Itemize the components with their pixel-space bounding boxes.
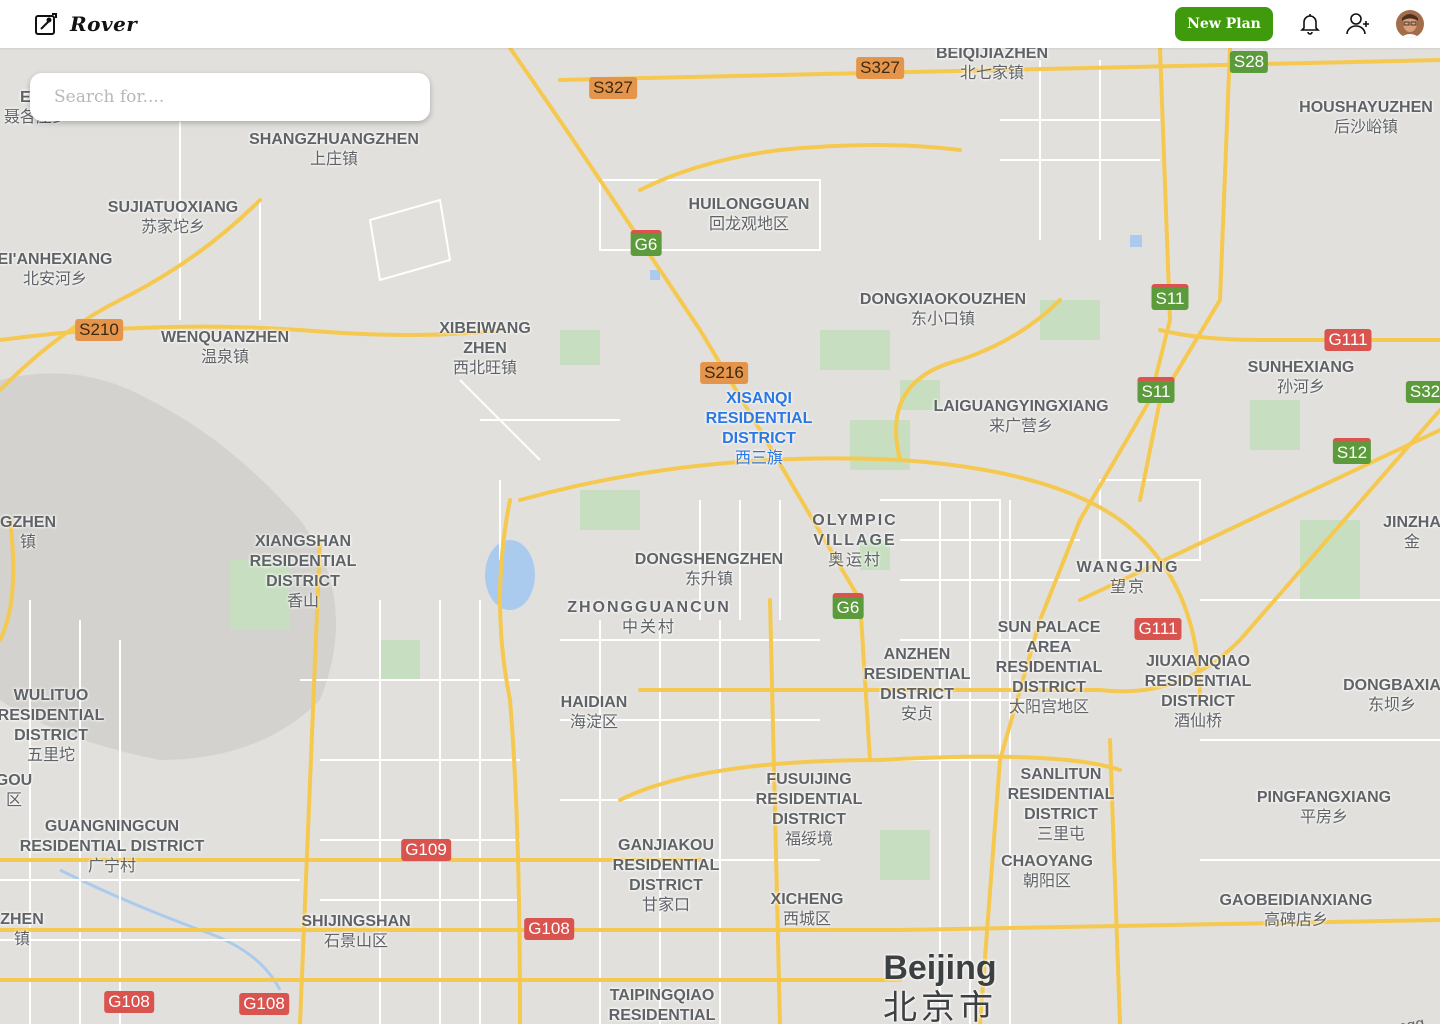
place-label-sujiatuoxiang: SUJIATUOXIANG 苏家坨乡	[107, 199, 239, 236]
place-label-xiangshan: XIANGSHAN RESIDENTIAL DISTRICT 香山	[249, 533, 357, 610]
place-label-jiuxianqiao: JIUXIANQIAO RESIDENTIAL DISTRICT 酒仙桥	[1144, 653, 1252, 730]
highway-shield: G6	[832, 593, 864, 619]
place-label-beiqijiazhen: BEIQIJIAZHEN 北七家镇	[935, 48, 1049, 82]
place-label-fusuijing: FUSUIJING RESIDENTIAL DISTRICT 福绥境	[755, 771, 863, 848]
place-label-huilongguan: HUILONGGUAN 回龙观地区	[688, 196, 810, 233]
place-label-laiguangying: LAIGUANGYINGXIANG 来广营乡	[933, 398, 1109, 435]
highway-shield: S216	[700, 362, 748, 384]
highway-shield: G108	[104, 991, 154, 1013]
user-avatar[interactable]	[1396, 10, 1424, 38]
place-label-pingfangxiang: PINGFANGXIANG 平房乡	[1256, 789, 1392, 826]
place-label-zhongguancun: ZHONGGUANCUN 中关村	[567, 599, 731, 636]
place-label-chaoyang: CHAOYANG 朝阳区	[1001, 853, 1093, 890]
highway-shield: G6	[630, 230, 662, 256]
highway-shield: G108	[239, 993, 289, 1015]
place-label-guangningcun: GUANGNINGCUN RESIDENTIAL DISTRICT 广宁村	[19, 818, 205, 875]
search-box	[30, 73, 438, 121]
place-label-ganjiakou: GANJIAKOU RESIDENTIAL DISTRICT 甘家口	[612, 837, 720, 914]
search-input[interactable]	[30, 73, 438, 121]
highway-shield: S11	[1137, 377, 1175, 403]
place-label-beianhexiang: EI'ANHEXIANG 北安河乡	[0, 251, 113, 288]
place-label-houshayuzhen: HOUSHAYUZHEN 后沙峪镇	[1299, 99, 1433, 136]
place-label-wangjing: WANGJING 望京	[1076, 559, 1180, 596]
place-label-dongxiaokouzhen: DONGXIAOKOUZHEN 东小口镇	[859, 291, 1027, 328]
highway-shield: S32	[1405, 381, 1440, 403]
highway-shield: S210	[75, 319, 123, 341]
bell-icon[interactable]	[1297, 11, 1323, 37]
add-user-icon[interactable]	[1345, 11, 1371, 37]
place-label-olympic-village: OLYMPIC VILLAGE 奥运村	[812, 512, 898, 569]
place-label-xibeiwangzhen: XIBEIWANG ZHEN 西北旺镇	[439, 320, 531, 377]
place-label-shijingshan: SHIJINGSHAN 石景山区	[301, 913, 411, 950]
app-name: Rover	[70, 12, 138, 36]
place-label-anzhen: ANZHEN RESIDENTIAL DISTRICT 安贞	[863, 646, 971, 723]
highway-shield: S28	[1229, 51, 1269, 73]
place-label-wenquanzhen: WENQUANZHEN 温泉镇	[161, 329, 289, 366]
highway-shield: S12	[1332, 438, 1372, 464]
highway-shield: S11	[1151, 284, 1189, 310]
place-label-gou: GOU 区	[0, 772, 33, 809]
place-label-xicheng: XICHENG 西城区	[770, 891, 844, 928]
place-label-xisanqi: XISANQI RESIDENTIAL DISTRICT 西三旗	[705, 390, 813, 467]
place-label-zhen-left: ZHEN 镇	[0, 911, 44, 948]
highway-shield: G111	[1324, 329, 1372, 351]
place-label-haidian: HAIDIAN 海淀区	[560, 694, 628, 731]
place-label-sun-palace: SUN PALACE AREA RESIDENTIAL DISTRICT 太阳宫地…	[995, 619, 1103, 716]
rover-logo-icon	[35, 13, 57, 35]
app-logo[interactable]: Rover	[34, 12, 137, 36]
highway-shield: G111	[1134, 618, 1182, 640]
highway-shield: G108	[524, 918, 574, 940]
top-bar: Rover New Plan	[0, 0, 1440, 48]
highway-shield: G109	[401, 839, 451, 861]
place-label-gaobeidian: GAOBEIDIANXIANG 高碑店乡	[1219, 892, 1373, 929]
place-label-sanlitun: SANLITUN RESIDENTIAL DISTRICT 三里屯	[1007, 766, 1115, 843]
map-canvas[interactable]: BEIQIJIAZHEN 北七家镇 HOUSHAYUZHEN 后沙峪镇 SHANGZ…	[0, 48, 1440, 1024]
place-label-wulituo: WULITUO RESIDENTIAL DISTRICT 五里坨	[0, 687, 105, 764]
place-label-taipingqiao: TAIPINGQIAO RESIDENTIAL	[608, 987, 716, 1024]
new-plan-button[interactable]: New Plan	[1175, 7, 1273, 41]
place-label-sunhexiang: SUNHEXIANG 孙河乡	[1247, 359, 1355, 396]
place-label-jinzha: JINZHA 金	[1383, 514, 1440, 551]
highway-shield: S327	[856, 57, 904, 79]
place-label-dongbaxia: DONGBAXIA 东坝乡	[1343, 677, 1440, 714]
city-label-beijing: Beijing 北京市	[883, 949, 997, 1024]
place-label-dongshengzhen: DONGSHENGZHEN 东升镇	[634, 551, 784, 588]
place-label-gzhen: GZHEN 镇	[0, 514, 56, 551]
place-label-shangzhuangzhen: SHANGZHUANGZHEN 上庄镇	[249, 131, 419, 168]
highway-shield: S327	[589, 77, 637, 99]
